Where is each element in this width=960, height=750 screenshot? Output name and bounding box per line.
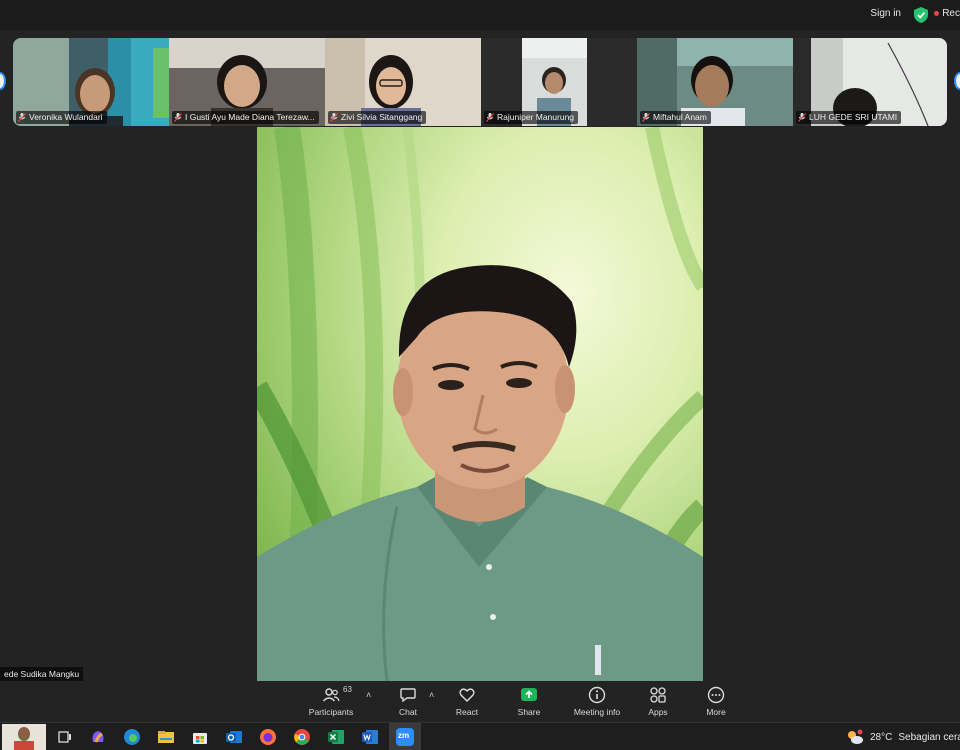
partly-sunny-icon xyxy=(848,729,863,744)
top-bar: Sign in Rec xyxy=(0,0,960,30)
participant-tile[interactable]: Zivi Silvia Sitanggang xyxy=(325,38,481,126)
weather-widget[interactable]: 28°C Sebagian cerah xyxy=(846,729,960,745)
user-avatar-icon[interactable] xyxy=(2,724,46,750)
outlook-icon[interactable] xyxy=(225,728,243,746)
participant-name-tag: Veronika Wulandari xyxy=(16,111,107,124)
participant-name-tag: Rajuniper Manurung xyxy=(484,111,579,124)
recording-label: Rec xyxy=(942,8,960,19)
participant-tile[interactable]: Rajuniper Manurung xyxy=(481,38,637,126)
edge-browser-icon[interactable] xyxy=(123,728,141,746)
muted-mic-icon xyxy=(18,113,26,122)
share-label: Share xyxy=(517,707,541,717)
muted-mic-icon xyxy=(642,113,650,122)
firefox-icon[interactable] xyxy=(259,728,277,746)
chat-icon xyxy=(400,688,416,703)
muted-mic-icon xyxy=(330,113,338,122)
participants-button[interactable]: Participants xyxy=(300,686,362,720)
participants-count: 63 xyxy=(343,685,352,694)
meeting-controls-bar: Participants 63 ˄ Chat ˄ React Share Mee… xyxy=(0,684,960,722)
share-screen-icon xyxy=(521,688,537,701)
meeting-info-button[interactable]: Meeting info xyxy=(566,686,628,720)
apps-button[interactable]: Apps xyxy=(627,686,689,720)
muted-mic-icon xyxy=(798,113,806,122)
participant-name: Miftahul Anam xyxy=(653,112,707,122)
copilot-icon[interactable] xyxy=(89,728,107,746)
participants-caret-icon[interactable]: ˄ xyxy=(366,690,371,700)
muted-mic-icon xyxy=(174,113,182,122)
word-icon[interactable] xyxy=(361,728,379,746)
zoom-taskbar-app[interactable]: zm xyxy=(389,723,421,750)
microsoft-store-icon[interactable] xyxy=(191,728,209,746)
more-button[interactable]: More xyxy=(685,686,747,720)
participant-name-tag: I Gusti Ayu Made Diana Terezaw... xyxy=(172,111,319,124)
more-icon xyxy=(707,686,725,704)
react-button[interactable]: React xyxy=(436,686,498,720)
shield-check-icon[interactable] xyxy=(914,7,928,23)
participant-name: Zivi Silvia Sitanggang xyxy=(341,112,423,122)
info-icon xyxy=(588,686,606,704)
participant-name-tag: Miftahul Anam xyxy=(640,111,711,124)
participant-tile[interactable]: Miftahul Anam xyxy=(637,38,793,126)
gallery-next-arrow-icon[interactable] xyxy=(954,72,960,90)
participant-tile[interactable]: I Gusti Ayu Made Diana Terezaw... xyxy=(169,38,325,126)
heart-icon xyxy=(459,688,475,702)
participants-icon xyxy=(322,688,340,702)
os-taskbar: zm 28°C Sebagian cerah xyxy=(0,722,960,750)
recording-indicator[interactable]: Rec xyxy=(934,8,960,19)
more-label: More xyxy=(706,707,726,717)
share-button[interactable]: Share xyxy=(498,686,560,720)
meeting-info-label: Meeting info xyxy=(573,707,621,717)
speaker-illustration xyxy=(257,127,703,681)
zoom-meeting-window: Sign in Rec Veronika Wulandari I Gusti A… xyxy=(0,0,960,750)
recording-dot-icon xyxy=(934,11,940,16)
self-view-name-tag: ede Sudika Mangku xyxy=(0,667,84,681)
react-label: React xyxy=(455,707,479,717)
participant-name-tag: Zivi Silvia Sitanggang xyxy=(328,111,427,124)
apps-label: Apps xyxy=(648,707,668,717)
excel-icon[interactable] xyxy=(327,728,345,746)
weather-description: Sebagian cerah xyxy=(898,731,960,743)
participant-name: Veronika Wulandari xyxy=(29,112,103,122)
participant-name: LUH GEDE SRI UTAMI xyxy=(809,112,898,122)
participant-name-tag: LUH GEDE SRI UTAMI xyxy=(796,111,902,124)
gallery-prev-arrow-icon[interactable] xyxy=(0,72,6,90)
chat-caret-icon[interactable]: ˄ xyxy=(429,690,434,700)
chrome-icon[interactable] xyxy=(293,728,311,746)
participant-name: Rajuniper Manurung xyxy=(497,112,575,122)
participant-tile[interactable]: LUH GEDE SRI UTAMI xyxy=(793,38,947,126)
participant-tile[interactable]: Veronika Wulandari xyxy=(13,38,169,126)
participant-name: I Gusti Ayu Made Diana Terezaw... xyxy=(185,112,315,122)
gallery-strip: Veronika Wulandari I Gusti Ayu Made Dian… xyxy=(13,38,947,126)
file-explorer-icon[interactable] xyxy=(157,728,175,746)
participants-label: Participants xyxy=(308,707,354,717)
zoom-app-label: zm xyxy=(398,731,410,740)
task-view-icon[interactable] xyxy=(56,728,74,746)
chat-label: Chat xyxy=(399,707,417,717)
weather-temperature: 28°C xyxy=(870,731,893,743)
active-speaker-video[interactable] xyxy=(257,127,703,681)
apps-icon xyxy=(650,687,666,703)
sign-in-link[interactable]: Sign in xyxy=(870,8,901,19)
muted-mic-icon xyxy=(486,113,494,122)
